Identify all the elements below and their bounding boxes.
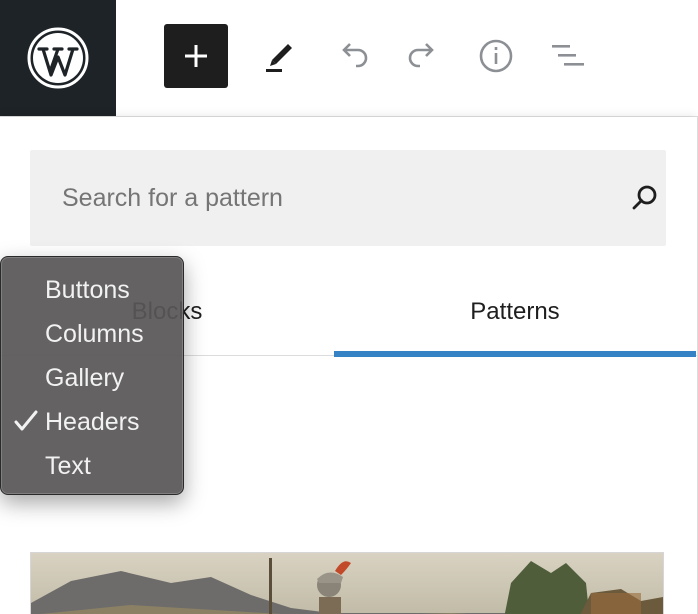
pattern-search <box>30 150 666 246</box>
list-view-button[interactable] <box>536 24 600 88</box>
undo-button[interactable] <box>320 24 384 88</box>
redo-icon <box>408 43 434 68</box>
painting-thumbnail <box>31 553 663 614</box>
menu-item-columns[interactable]: Columns <box>1 312 183 356</box>
menu-item-gallery[interactable]: Gallery <box>1 356 183 400</box>
pattern-category-menu: Buttons Columns Gallery Headers Text <box>0 256 184 495</box>
menu-item-label: Headers <box>45 407 140 436</box>
block-editor: Blocks Patterns <box>0 0 698 614</box>
list-view-icon <box>552 45 584 66</box>
wordpress-icon <box>27 27 89 89</box>
redo-button[interactable] <box>392 24 456 88</box>
plus-icon <box>185 45 207 67</box>
pencil-icon <box>266 44 292 72</box>
add-block-button[interactable] <box>164 24 228 88</box>
undo-icon <box>342 43 368 68</box>
pattern-preview-image[interactable] <box>30 552 664 614</box>
tab-patterns[interactable]: Patterns <box>334 267 696 357</box>
menu-item-label: Columns <box>45 319 144 348</box>
menu-item-label: Text <box>45 451 91 480</box>
menu-item-text[interactable]: Text <box>1 444 183 488</box>
wordpress-logo-button[interactable] <box>0 0 116 116</box>
checkmark-icon <box>14 410 38 431</box>
menu-item-label: Gallery <box>45 363 125 392</box>
pattern-search-input[interactable] <box>30 150 590 246</box>
details-button[interactable] <box>464 24 528 88</box>
menu-item-headers[interactable]: Headers <box>1 400 183 444</box>
menu-item-buttons[interactable]: Buttons <box>1 268 183 312</box>
tools-button[interactable] <box>248 24 312 88</box>
editor-toolbar <box>0 0 698 117</box>
active-tab-indicator <box>334 351 696 357</box>
search-icon[interactable] <box>628 182 660 214</box>
menu-item-label: Buttons <box>45 275 130 304</box>
info-icon <box>479 39 513 73</box>
